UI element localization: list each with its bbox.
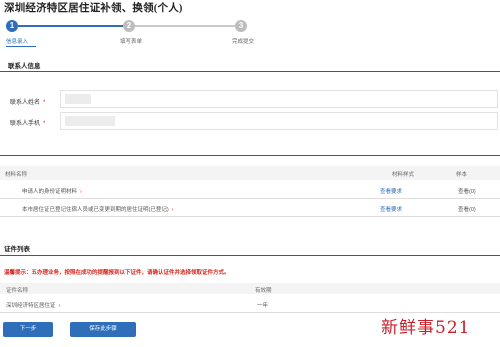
step-3-indicator: 3 — [235, 20, 247, 32]
view-requirement-link[interactable]: 查看要求 — [380, 205, 402, 213]
row-divider — [0, 216, 500, 217]
certificate-name: 深圳经济特区居住证 › — [6, 303, 61, 309]
redacted-value — [65, 116, 115, 126]
save-step-button[interactable]: 保存此步骤 — [70, 322, 136, 337]
contact-section-title: 联系人信息 — [8, 63, 41, 70]
view-sample-link[interactable]: 查看(0) — [458, 205, 476, 213]
certificates-section-title: 证件列表 — [4, 246, 30, 253]
col-certificate-name: 证件名称 — [6, 288, 29, 294]
row-divider — [0, 198, 500, 199]
next-button[interactable]: 下一步 — [3, 322, 53, 337]
step-3-label: 完成提交 — [232, 39, 255, 45]
view-sample-link[interactable]: 查看(0) — [458, 187, 476, 195]
notice-text: 温馨提示：五办理业务，按照在成功的提醒报到以下证件，请确认证件并选择领取证件方式… — [4, 270, 230, 276]
col-material-name: 材料名称 — [5, 172, 28, 178]
contact-phone-label: 联系人手机 * — [10, 121, 46, 127]
col-material-sample: 样本 — [456, 172, 468, 178]
section-divider — [0, 71, 500, 72]
view-requirement-link[interactable]: 查看要求 — [380, 187, 402, 195]
required-mark: * — [43, 121, 46, 127]
contact-name-input[interactable] — [60, 90, 498, 108]
materials-table-header: 材料名称 材料样式 样本 — [0, 166, 500, 180]
section-divider — [0, 255, 500, 256]
step-1-indicator: 1 — [6, 20, 18, 32]
contact-phone-input[interactable] — [60, 112, 498, 130]
watermark-text: 新鲜事521 — [381, 318, 471, 338]
step-connector-2 — [135, 25, 235, 27]
section-divider — [0, 155, 500, 156]
step-2-label: 填写表单 — [120, 39, 143, 45]
certificates-table-header: 证件名称 有效期 — [0, 283, 500, 294]
step-1-label: 信息录入 — [6, 39, 29, 45]
col-validity: 有效期 — [255, 288, 272, 294]
step-2-indicator: 2 — [123, 20, 135, 32]
contact-name-label: 联系人姓名 * — [10, 100, 46, 106]
progress-stepper: 1 2 3 信息录入 填写表单 完成提交 — [6, 20, 306, 48]
page-title: 深圳经济特区居住证补领、换领(个人) — [4, 3, 183, 14]
material-name: 本市居住证已登记住宿人员或已变更到期的居住证明(已登记) › — [22, 207, 174, 213]
redacted-value — [65, 94, 91, 104]
certificate-validity: 一年 — [257, 303, 269, 309]
step-connector-1 — [18, 25, 123, 27]
material-name: 申请人的身份证明材料 › — [22, 189, 82, 195]
required-mark: * — [43, 100, 46, 106]
col-material-example: 材料样式 — [392, 172, 415, 178]
active-step-underline — [6, 46, 36, 47]
